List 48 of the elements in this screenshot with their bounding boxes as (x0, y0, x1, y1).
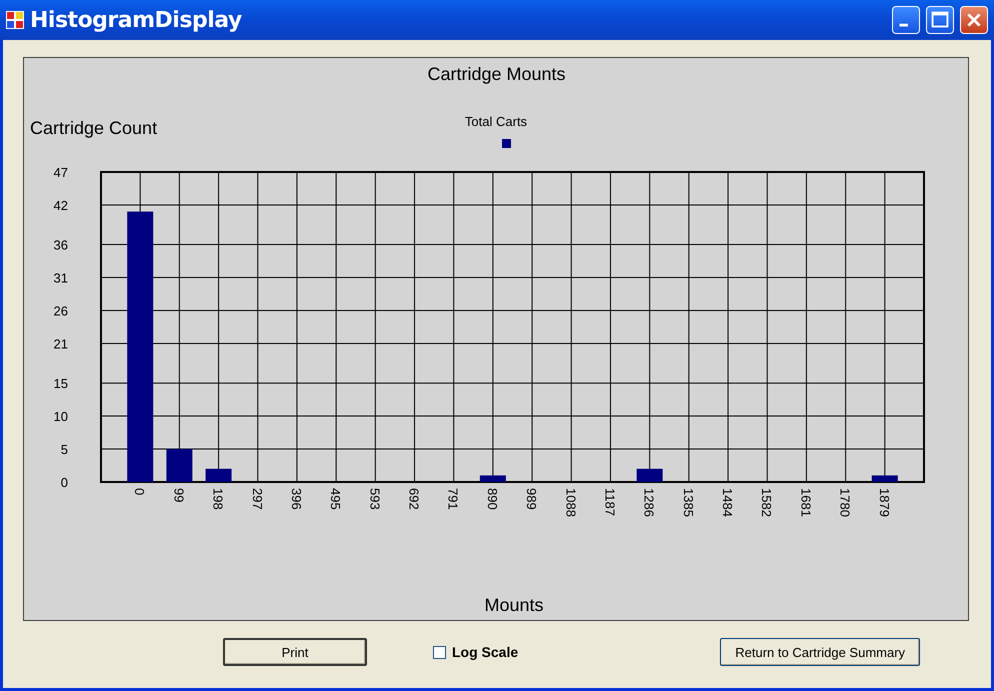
x-tick-label: 297 (250, 488, 265, 510)
x-tick-label: 692 (406, 488, 422, 510)
y-tick-label: 31 (54, 270, 68, 286)
log-scale-checkbox[interactable] (433, 646, 446, 658)
x-tick-label: 1385 (680, 488, 696, 517)
y-tick-label: 21 (54, 336, 68, 352)
x-tick-label: 198 (210, 488, 226, 510)
x-tick-label: 1088 (563, 488, 578, 517)
histogram-bar (206, 468, 232, 482)
print-button[interactable]: Print (223, 638, 367, 666)
x-tick-label: 1681 (798, 488, 814, 517)
app-icon (6, 11, 24, 29)
histogram-bar (872, 475, 898, 482)
y-tick-label: 26 (54, 304, 68, 318)
y-tick-label: 0 (60, 475, 68, 490)
minimize-icon[interactable] (892, 6, 920, 34)
x-tick-label: 890 (484, 488, 500, 510)
x-tick-label: 99 (171, 488, 186, 502)
x-tick-label: 791 (446, 488, 461, 510)
return-button[interactable]: Return to Cartridge Summary (720, 638, 920, 666)
x-tick-label: 1879 (876, 488, 892, 517)
histogram-bar (480, 475, 506, 482)
y-tick-label: 42 (54, 198, 68, 213)
histogram-bar (636, 468, 663, 482)
x-tick-label: 1582 (759, 488, 774, 517)
x-axis-title: Mounts (484, 595, 544, 615)
close-icon[interactable] (960, 6, 988, 34)
x-tick-label: 593 (367, 488, 382, 510)
y-tick-label: 5 (60, 442, 68, 458)
y-tick-label: 36 (54, 238, 68, 253)
x-tick-label: 1187 (602, 488, 618, 516)
x-tick-label: 1780 (838, 488, 853, 517)
x-tick-label: 1286 (642, 488, 657, 517)
log-scale-label: Log Scale (452, 644, 518, 660)
x-tick-label: 0 (132, 488, 148, 496)
y-tick-label: 15 (54, 376, 68, 392)
x-tick-label: 495 (328, 488, 344, 510)
window-title: HistogramDisplay (30, 8, 243, 32)
maximize-icon[interactable] (926, 6, 954, 34)
x-tick-label: 989 (524, 488, 540, 510)
y-tick-label: 10 (54, 409, 68, 424)
x-tick-label: 1484 (720, 488, 736, 517)
y-tick-label: 47 (54, 165, 68, 180)
chart-title: Cartridge Mounts (427, 64, 566, 84)
legend-label: Total Carts (464, 114, 528, 129)
histogram-bar (166, 449, 192, 482)
y-axis-title: Cartridge Count (30, 118, 158, 138)
x-tick-label: 396 (288, 488, 304, 510)
